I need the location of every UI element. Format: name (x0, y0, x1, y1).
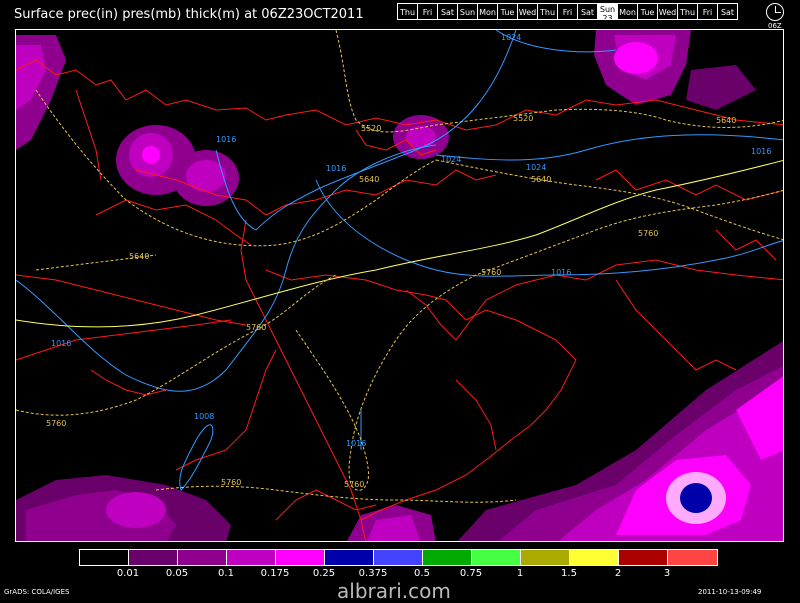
legend-label: 0.5 (414, 568, 430, 579)
day-cell: Sun (457, 3, 478, 20)
legend-swatch (129, 550, 178, 565)
legend-swatch (178, 550, 227, 565)
legend-label: 2 (614, 568, 622, 579)
day-cell: Sat (437, 3, 458, 20)
day-cell: Thu (537, 3, 558, 20)
day-cell: Fri (417, 3, 438, 20)
isobar-label: 1016 (216, 135, 236, 144)
precip-area (614, 42, 658, 74)
legend-label: 1.5 (561, 568, 577, 579)
legend-swatch (227, 550, 276, 565)
footer-credit: GrADS: COLA/IGES (4, 588, 70, 596)
precip-area (686, 65, 756, 110)
day-cell: Mon (617, 3, 638, 20)
isobar-label: 1024 (501, 33, 521, 42)
day-cell: Fri (697, 3, 718, 20)
day-cell: Thu (677, 3, 698, 20)
day-cell: Mon (477, 3, 498, 20)
day-number: 23 (602, 14, 613, 20)
thickness-label: 5760 (46, 419, 66, 428)
legend-swatch (374, 550, 423, 565)
thickness-label: 5640 (359, 175, 379, 184)
precip-area (142, 146, 160, 164)
legend-label: 0.25 (312, 568, 336, 579)
thickness-label: 5640 (531, 175, 551, 184)
precip-area (680, 483, 712, 513)
legend-label: 3 (663, 568, 671, 579)
day-cell: Tue (497, 3, 518, 20)
legend-swatch (668, 550, 717, 565)
footer-timestamp: 2011-10-13-09:49 (698, 588, 762, 596)
thickness-label: 5640 (129, 252, 149, 261)
isobar-label: 1024 (441, 155, 461, 164)
day-cell: Sat (717, 3, 738, 20)
legend-swatch (521, 550, 570, 565)
map-canvas: 1024 1016 1016 1024 1024 1016 1016 1016 1008 1016… (16, 30, 783, 541)
isobar-label: 1024 (526, 163, 546, 172)
day-cell: Wed (657, 3, 678, 20)
day-name: Sun (599, 5, 616, 14)
thickness-label: 5760 (344, 480, 364, 489)
legend-swatch (80, 550, 129, 565)
legend-label: 0.05 (165, 568, 189, 579)
day-selector: Thu Fri Sat Sun Mon Tue Wed Thu Fri Sat Sun 23 Mon Tu… (397, 3, 738, 20)
chart-title: Surface prec(in) pres(mb) thick(m) at 06… (14, 7, 364, 22)
watermark: albrari.com (337, 579, 451, 603)
thickness-label: 5520 (361, 124, 381, 133)
isobar-label: 1016 (751, 147, 771, 156)
legend-label: 0.375 (358, 568, 388, 579)
legend-swatch (570, 550, 619, 565)
thickness-label: 5760 (221, 478, 241, 487)
isobar-label: 1016 (346, 439, 366, 448)
legend-label: 1 (516, 568, 524, 579)
legend-swatch (423, 550, 472, 565)
day-cell: Fri (557, 3, 578, 20)
isobar-label: 1016 (551, 268, 571, 277)
legend-label: 0.175 (260, 568, 290, 579)
precipitation-legend (79, 549, 718, 566)
day-cell: Sun 23 (597, 3, 618, 20)
isobar-label: 1016 (51, 339, 71, 348)
day-cell: Wed (517, 3, 538, 20)
thickness-label: 5640 (716, 116, 736, 125)
legend-swatch (276, 550, 325, 565)
isobar-label: 1016 (326, 164, 346, 173)
legend-label: 0.75 (459, 568, 483, 579)
legend-swatch (472, 550, 521, 565)
legend-label: 0.01 (116, 568, 140, 579)
thickness-label: 5760 (638, 229, 658, 238)
day-cell: Sat (577, 3, 598, 20)
legend-swatch (619, 550, 668, 565)
legend-swatch (325, 550, 374, 565)
legend-label: 0.1 (218, 568, 234, 579)
precipitation-areas (16, 30, 783, 541)
isobar-label: 1008 (194, 412, 214, 421)
precip-area (106, 492, 166, 528)
day-cell: Tue (637, 3, 658, 20)
day-cell: Thu (397, 3, 418, 20)
thickness-label: 5760 (246, 323, 266, 332)
thickness-label: 5520 (513, 114, 533, 123)
clock-icon (766, 3, 784, 21)
weather-map: 1024 1016 1016 1024 1024 1016 1016 1016 1008 1016… (15, 29, 784, 542)
thickness-label: 5760 (481, 268, 501, 277)
